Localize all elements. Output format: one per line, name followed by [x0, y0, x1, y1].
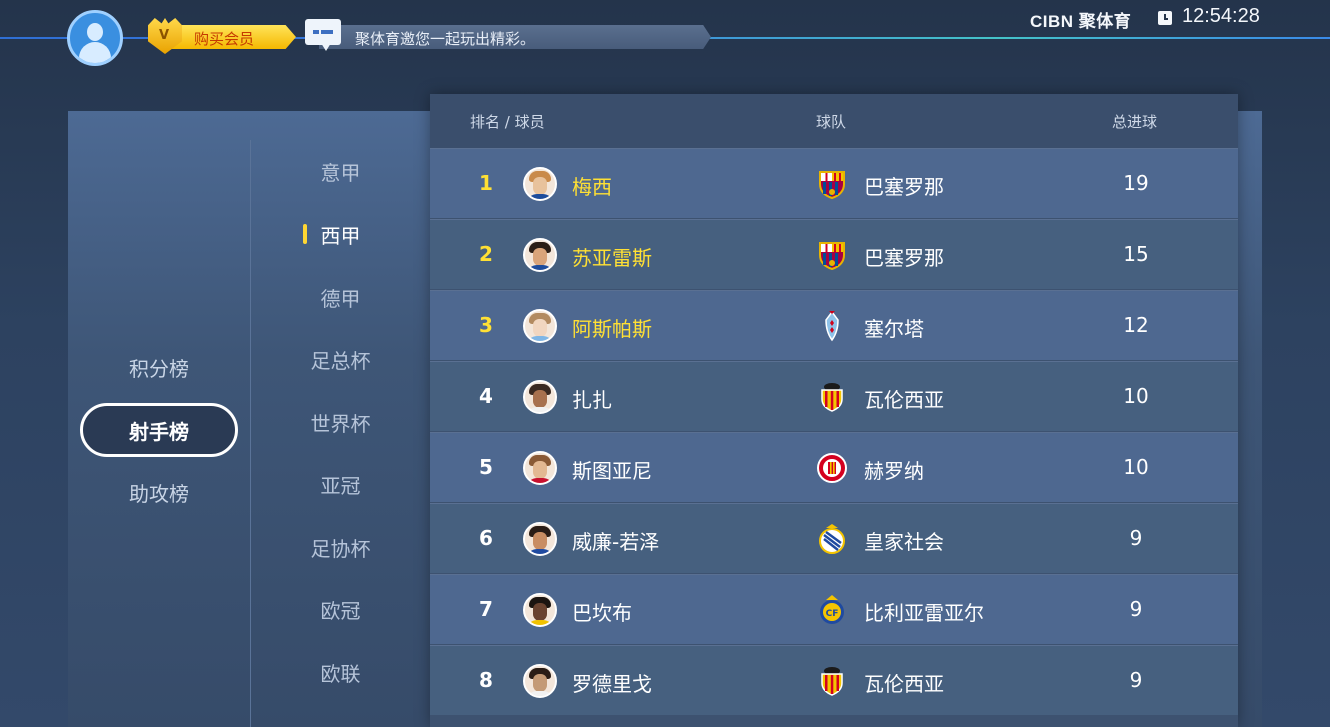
player-avatar — [523, 380, 557, 414]
table-row[interactable]: 4 扎扎 瓦伦西亚 10 — [430, 361, 1238, 431]
player-avatar — [523, 451, 557, 485]
team-name: 皇家社会 — [864, 530, 944, 554]
team-name: 比利亚雷亚尔 — [864, 601, 984, 625]
valencia-crest-icon — [816, 665, 848, 697]
svg-text:CF: CF — [826, 609, 839, 619]
table-row[interactable]: 7 巴坎布 CF 比利亚雷亚尔 9 — [430, 574, 1238, 644]
league-fa-cup[interactable]: 足总杯 — [251, 339, 430, 379]
user-icon — [87, 23, 103, 41]
header-goals: 总进球 — [1112, 113, 1158, 131]
goal-count: 10 — [1123, 455, 1149, 479]
villarreal-crest-icon: CF — [816, 594, 848, 626]
rank-number: 3 — [479, 313, 493, 337]
notification-banner[interactable]: 聚体育邀您一起玩出精彩。 — [305, 19, 711, 51]
clock-icon — [1158, 11, 1172, 25]
barcelona-crest-icon — [816, 168, 848, 200]
category-top-scorers[interactable]: 射手榜 — [80, 403, 238, 457]
rank-number: 5 — [479, 455, 493, 479]
league-bundesliga[interactable]: 德甲 — [251, 277, 430, 317]
league-la-liga[interactable]: 西甲 — [251, 214, 430, 254]
team-name: 赫罗纳 — [864, 459, 924, 483]
league-world-cup[interactable]: 世界杯 — [251, 402, 430, 442]
rank-number: 8 — [479, 668, 493, 692]
team-name: 塞尔塔 — [864, 317, 924, 341]
player-name: 斯图亚尼 — [572, 459, 652, 483]
player-avatar — [523, 522, 557, 556]
buy-membership-label: 购买会员 — [194, 30, 255, 48]
barcelona-crest-icon — [816, 239, 848, 271]
table-row[interactable]: 6 威廉-若泽 皇家社会 9 — [430, 503, 1238, 573]
goal-count: 15 — [1123, 242, 1149, 266]
league-serie-a[interactable]: 意甲 — [251, 151, 430, 191]
table-header: 排名 / 球员 球队 总进球 — [430, 94, 1238, 148]
goal-count: 19 — [1123, 171, 1149, 195]
player-name: 罗德里戈 — [572, 672, 652, 696]
rank-number: 1 — [479, 171, 493, 195]
top-scorers-table: 排名 / 球员 球队 总进球 1 梅西 巴塞罗那 19 2 苏亚雷斯 巴塞罗那 15 3 阿斯帕斯… — [430, 94, 1238, 727]
header-rank-player: 排名 / 球员 — [470, 113, 545, 131]
rank-number: 4 — [479, 384, 493, 408]
table-row[interactable]: 2 苏亚雷斯 巴塞罗那 15 — [430, 219, 1238, 289]
category-standings[interactable]: 积分榜 — [80, 340, 238, 394]
player-avatar — [523, 593, 557, 627]
table-row[interactable]: 8 罗德里戈 瓦伦西亚 9 — [430, 645, 1238, 715]
league-afc-champions[interactable]: 亚冠 — [251, 464, 430, 504]
goal-count: 9 — [1129, 668, 1143, 692]
player-name: 扎扎 — [572, 388, 612, 412]
goal-count: 9 — [1129, 597, 1143, 621]
category-assists[interactable]: 助攻榜 — [80, 465, 238, 519]
team-name: 巴塞罗那 — [864, 246, 944, 270]
rank-number: 6 — [479, 526, 493, 550]
team-name: 巴塞罗那 — [864, 175, 944, 199]
player-name: 威廉-若泽 — [572, 530, 660, 554]
header-team: 球队 — [816, 113, 847, 131]
buy-membership-button[interactable]: V 购买会员 — [148, 18, 298, 54]
celta-crest-icon — [816, 310, 848, 342]
message-bubble-icon — [305, 19, 341, 51]
goal-count: 12 — [1123, 313, 1149, 337]
goal-count: 10 — [1123, 384, 1149, 408]
team-name: 瓦伦西亚 — [864, 672, 944, 696]
clock-time: 12:54:28 — [1182, 5, 1260, 27]
league-cfa-cup[interactable]: 足协杯 — [251, 527, 430, 567]
player-name: 巴坎布 — [572, 601, 632, 625]
player-avatar — [523, 664, 557, 698]
goal-count: 9 — [1129, 526, 1143, 550]
table-row[interactable]: 5 斯图亚尼 赫罗纳 10 — [430, 432, 1238, 502]
girona-crest-icon — [816, 452, 848, 484]
player-avatar — [523, 167, 557, 201]
brand-logo: CIBN 聚体育 — [1030, 12, 1132, 31]
valencia-crest-icon — [816, 381, 848, 413]
rank-number: 2 — [479, 242, 493, 266]
player-name: 苏亚雷斯 — [572, 246, 652, 270]
team-name: 瓦伦西亚 — [864, 388, 944, 412]
league-ucl[interactable]: 欧冠 — [251, 589, 430, 629]
notification-text: 聚体育邀您一起玩出精彩。 — [355, 30, 536, 48]
table-row[interactable]: 1 梅西 巴塞罗那 19 — [430, 148, 1238, 218]
player-avatar — [523, 309, 557, 343]
user-avatar[interactable] — [67, 10, 123, 66]
player-name: 梅西 — [572, 175, 612, 199]
selected-marker — [303, 224, 307, 244]
player-avatar — [523, 238, 557, 272]
table-row[interactable]: 3 阿斯帕斯 塞尔塔 12 — [430, 290, 1238, 360]
rank-number: 7 — [479, 597, 493, 621]
league-uel[interactable]: 欧联 — [251, 652, 430, 692]
player-name: 阿斯帕斯 — [572, 317, 652, 341]
category-menu: 积分榜 射手榜 助攻榜 — [68, 111, 250, 727]
real-sociedad-crest-icon — [816, 523, 848, 555]
